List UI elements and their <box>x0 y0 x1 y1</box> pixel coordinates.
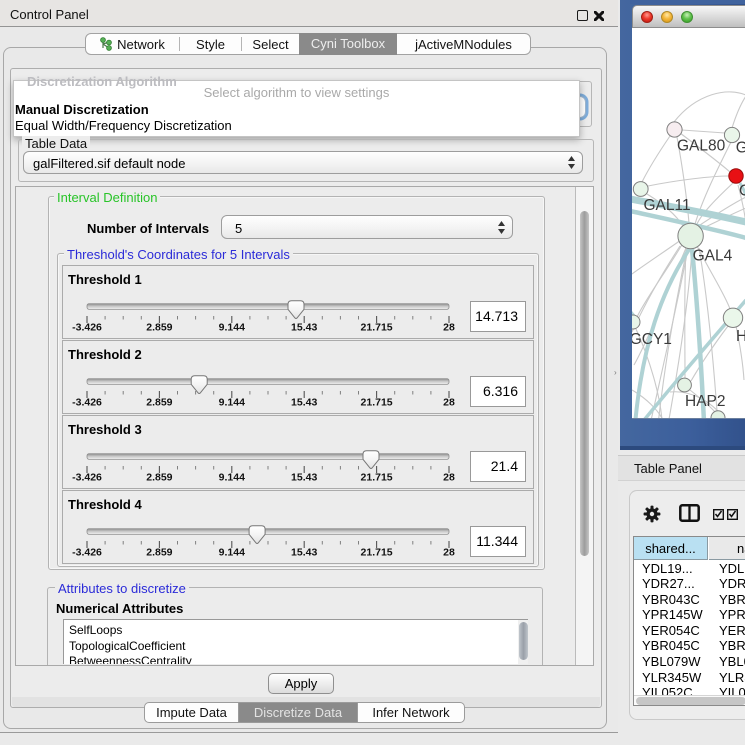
svg-text:H: H <box>736 328 745 345</box>
svg-text:HAP2: HAP2 <box>685 393 726 410</box>
svg-text:C: C <box>739 183 745 200</box>
svg-text:15.43: 15.43 <box>291 397 317 409</box>
svg-text:2.859: 2.859 <box>146 472 172 484</box>
svg-text:15.43: 15.43 <box>291 547 317 559</box>
svg-text:21.715: 21.715 <box>361 322 393 334</box>
svg-text:GCY1: GCY1 <box>632 331 672 348</box>
svg-text:GAL11: GAL11 <box>644 197 691 214</box>
svg-text:9.144: 9.144 <box>219 322 245 334</box>
svg-text:9.144: 9.144 <box>219 472 245 484</box>
svg-text:15.43: 15.43 <box>291 472 317 484</box>
svg-text:2.859: 2.859 <box>146 397 172 409</box>
svg-text:21.715: 21.715 <box>361 547 393 559</box>
svg-text:9.144: 9.144 <box>219 397 245 409</box>
svg-text:21.715: 21.715 <box>361 397 393 409</box>
svg-text:-3.426: -3.426 <box>72 322 102 334</box>
svg-text:-3.426: -3.426 <box>72 472 102 484</box>
svg-text:15.43: 15.43 <box>291 322 317 334</box>
svg-text:2.859: 2.859 <box>146 322 172 334</box>
svg-text:2.859: 2.859 <box>146 547 172 559</box>
svg-text:28: 28 <box>443 322 455 334</box>
svg-text:G.: G. <box>736 140 745 157</box>
svg-text:GAL4: GAL4 <box>693 248 733 265</box>
svg-text:9.144: 9.144 <box>219 547 245 559</box>
svg-text:28: 28 <box>443 397 455 409</box>
svg-text:GAL80: GAL80 <box>677 138 726 155</box>
svg-text:-3.426: -3.426 <box>72 397 102 409</box>
svg-text:28: 28 <box>443 547 455 559</box>
svg-text:21.715: 21.715 <box>361 472 393 484</box>
svg-text:-3.426: -3.426 <box>72 547 102 559</box>
svg-text:28: 28 <box>443 472 455 484</box>
